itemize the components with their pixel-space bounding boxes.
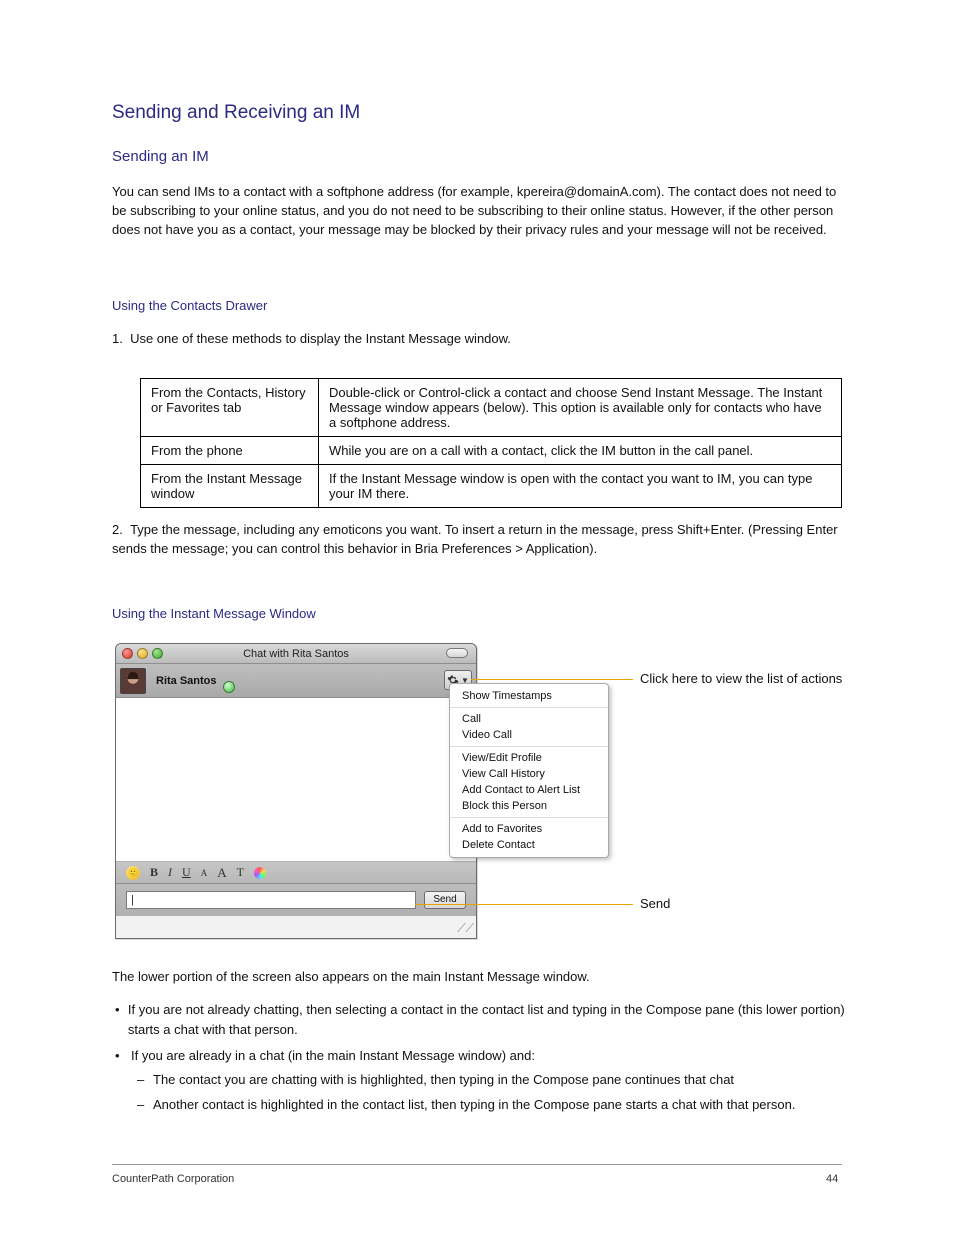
chat-window: Chat with Rita Santos Rita Santos ▼ 🙂 B … [115, 643, 477, 939]
send-button[interactable]: Send [424, 891, 466, 909]
conversation-area [116, 698, 476, 862]
font-larger-button[interactable]: A [217, 865, 226, 881]
after-table-paragraph: 2. Type the message, including any emoti… [112, 521, 842, 559]
intro-paragraph: You can send IMs to a contact with a sof… [112, 183, 842, 240]
contact-name: Rita Santos [156, 675, 217, 687]
menu-item-add-to-alert-list[interactable]: Add Contact to Alert List [450, 782, 608, 798]
bold-button[interactable]: B [150, 865, 158, 880]
font-smaller-button[interactable]: A [201, 868, 208, 878]
italic-button[interactable]: I [168, 865, 172, 880]
menu-item-view-edit-profile[interactable]: View/Edit Profile [450, 750, 608, 766]
table-cell: While you are on a call with a contact, … [319, 437, 842, 465]
emoji-icon[interactable]: 🙂 [126, 866, 140, 880]
table-row: From the Contacts, History or Favorites … [141, 379, 842, 437]
bullet-text: If you are already in a chat (in the mai… [131, 1046, 535, 1066]
table-row: From the phone While you are on a call w… [141, 437, 842, 465]
below-chat-paragraph: The lower portion of the screen also app… [112, 968, 842, 987]
menu-item-add-to-favorites[interactable]: Add to Favorites [450, 821, 608, 837]
menu-item-block-person[interactable]: Block this Person [450, 798, 608, 814]
callout-actions-label: Click here to view the list of actions [640, 671, 842, 686]
callout-line [415, 904, 633, 905]
toolbar-pill-icon[interactable] [446, 648, 468, 658]
callout-send-label: Send [640, 896, 670, 911]
heading-sending-im: Sending an IM [112, 148, 209, 165]
bullet-text: Another contact is highlighted in the co… [153, 1095, 795, 1115]
table-cell: From the Contacts, History or Favorites … [141, 379, 319, 437]
footer-left: CounterPath Corporation [112, 1173, 234, 1185]
table-row: From the Instant Message window If the I… [141, 465, 842, 508]
heading-sending-receiving: Sending and Receiving an IM [112, 102, 360, 124]
font-button[interactable]: T [237, 865, 244, 880]
heading-using-contacts-drawer: Using the Contacts Drawer [112, 298, 267, 313]
methods-table: From the Contacts, History or Favorites … [140, 378, 842, 508]
resize-grip-icon[interactable]: ⟋⟋ [457, 921, 474, 936]
steps-intro: 1. Use one of these methods to display t… [112, 330, 832, 349]
compose-row: | Send [116, 884, 476, 916]
bullet-text: If you are not already chatting, then se… [128, 1000, 845, 1040]
menu-item-view-call-history[interactable]: View Call History [450, 766, 608, 782]
menu-separator [450, 746, 608, 747]
footer-rule [112, 1164, 842, 1165]
color-picker-icon[interactable] [254, 867, 266, 879]
bullet-list: •If you are not already chatting, then s… [115, 1000, 845, 1115]
table-cell: From the Instant Message window [141, 465, 319, 508]
after-table-text: Type the message, including any emoticon… [112, 522, 838, 556]
table-cell: If the Instant Message window is open wi… [319, 465, 842, 508]
menu-separator [450, 707, 608, 708]
underline-button[interactable]: U [182, 865, 191, 880]
message-input[interactable]: | [126, 891, 416, 909]
window-title: Chat with Rita Santos [116, 648, 476, 660]
menu-item-call[interactable]: Call [450, 711, 608, 727]
menu-item-video-call[interactable]: Video Call [450, 727, 608, 743]
titlebar[interactable]: Chat with Rita Santos [116, 644, 476, 664]
table-cell: From the phone [141, 437, 319, 465]
steps-intro-text: Use one of these methods to display the … [130, 331, 511, 346]
presence-available-icon [223, 681, 235, 693]
menu-separator [450, 817, 608, 818]
avatar[interactable] [120, 668, 146, 694]
table-cell: Double-click or Control-click a contact … [319, 379, 842, 437]
menu-item-show-timestamps[interactable]: Show Timestamps [450, 688, 608, 704]
heading-using-im-window: Using the Instant Message Window [112, 606, 316, 621]
menu-item-delete-contact[interactable]: Delete Contact [450, 837, 608, 853]
bullet-text: The contact you are chatting with is hig… [153, 1070, 734, 1090]
format-toolbar: 🙂 B I U A A T [116, 862, 476, 884]
actions-menu: Show Timestamps Call Video Call View/Edi… [449, 683, 609, 858]
callout-line [471, 679, 633, 680]
contact-bar: Rita Santos ▼ [116, 664, 476, 698]
footer-page-number: 44 [826, 1173, 838, 1185]
